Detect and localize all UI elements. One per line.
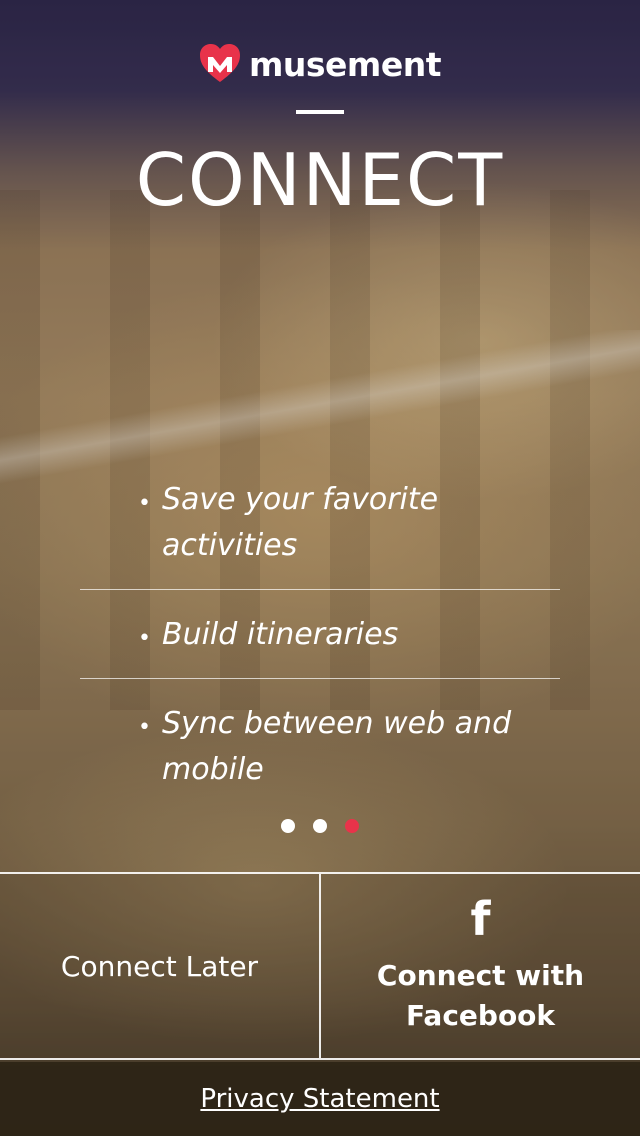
- action-bar: Connect Later f Connect with Facebook: [0, 872, 640, 1060]
- page-dot-2[interactable]: [313, 819, 327, 833]
- footer: Privacy Statement: [0, 1062, 640, 1136]
- page-dot-3-active[interactable]: [345, 819, 359, 833]
- feature-text: Sync between web and mobile: [162, 706, 512, 787]
- bullet-icon: •: [138, 715, 151, 740]
- facebook-f-icon: f: [470, 892, 491, 946]
- page-title: CONNECT: [135, 138, 505, 222]
- brand-logo: musement: [0, 44, 640, 84]
- feature-item: • Save your favorite activities: [80, 455, 560, 590]
- connect-later-label: Connect Later: [60, 949, 259, 983]
- feature-text: Build itineraries: [162, 617, 399, 652]
- bullet-icon: •: [138, 491, 151, 516]
- connect-later-button[interactable]: Connect Later: [0, 874, 321, 1058]
- connect-facebook-button[interactable]: f Connect with Facebook: [321, 874, 640, 1058]
- feature-text: Save your favorite activities: [162, 482, 439, 563]
- page-dot-1[interactable]: [281, 819, 295, 833]
- feature-item: • Sync between web and mobile: [80, 679, 560, 813]
- facebook-label-line2: Facebook: [405, 999, 556, 1032]
- heart-m-icon: [199, 44, 241, 84]
- facebook-label-line1: Connect with: [376, 959, 585, 992]
- brand-name: musement: [249, 44, 441, 84]
- page-indicator[interactable]: [0, 819, 640, 833]
- feature-list: • Save your favorite activities • Build …: [80, 455, 560, 813]
- bullet-icon: •: [138, 626, 151, 651]
- feature-item: • Build itineraries: [80, 590, 560, 679]
- privacy-statement-link[interactable]: Privacy Statement: [200, 1084, 439, 1114]
- title-divider: [296, 110, 344, 114]
